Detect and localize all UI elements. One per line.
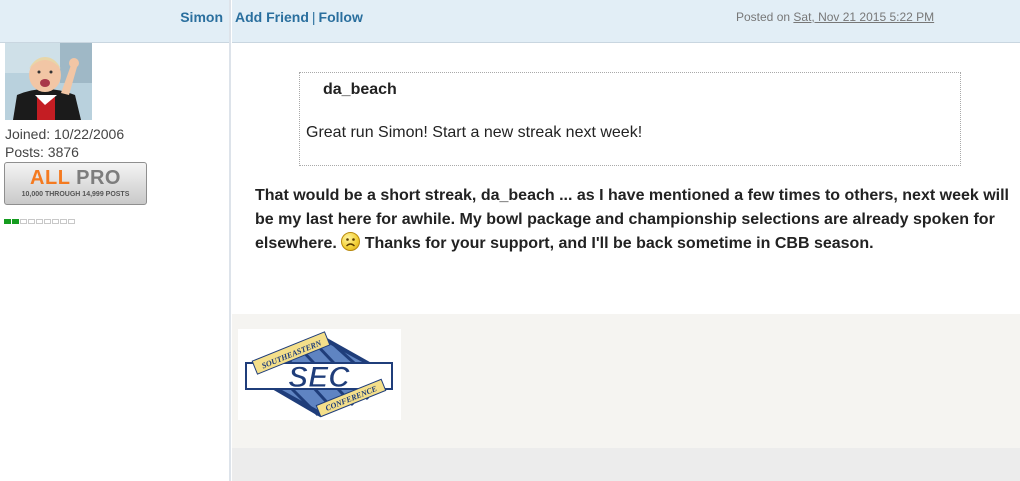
reputation-box bbox=[12, 219, 19, 224]
post-footer bbox=[232, 448, 1020, 481]
user-header: Simon bbox=[0, 0, 229, 43]
rank-title-part1: ALL bbox=[30, 167, 71, 189]
rank-title: ALL PRO bbox=[5, 167, 146, 190]
follow-link[interactable]: Follow bbox=[319, 9, 363, 25]
link-separator: | bbox=[311, 9, 316, 25]
sec-logo-image: SOUTHEASTERN SEC CONFERENCE bbox=[238, 329, 401, 420]
quote-block: da_beach Great run Simon! Start a new st… bbox=[299, 72, 961, 166]
posted-date-link[interactable]: Sat, Nov 21 2015 5:22 PM bbox=[793, 10, 934, 24]
logo-text-main: SEC bbox=[288, 361, 351, 394]
reputation-box bbox=[68, 219, 75, 224]
post-text-part2: Thanks for your support, and I'll be bac… bbox=[364, 235, 874, 252]
post-count: Posts: 3876 bbox=[5, 144, 79, 160]
post-header: Add Friend | Follow Posted on Sat, Nov 21 … bbox=[232, 0, 1020, 43]
user-info-panel: Simon Joined: 10/22/2006 Posts: 3876 ALL… bbox=[0, 0, 231, 481]
post-timestamp: Posted on Sat, Nov 21 2015 5:22 PM bbox=[736, 10, 934, 24]
avatar[interactable] bbox=[5, 43, 92, 120]
join-date: Joined: 10/22/2006 bbox=[5, 126, 125, 142]
reputation-box bbox=[4, 219, 11, 224]
reputation-box bbox=[44, 219, 51, 224]
add-friend-link[interactable]: Add Friend bbox=[235, 9, 309, 25]
post-body: That would be a short streak, da_beach .… bbox=[255, 184, 1015, 256]
reputation-box bbox=[60, 219, 67, 224]
reputation-box bbox=[20, 219, 27, 224]
rank-badge: ALL PRO 10,000 THROUGH 14,999 POSTS bbox=[4, 162, 147, 205]
rank-subtitle: 10,000 THROUGH 14,999 POSTS bbox=[21, 191, 130, 198]
frown-icon bbox=[341, 232, 361, 251]
reputation-box bbox=[52, 219, 59, 224]
signature-area: SOUTHEASTERN SEC CONFERENCE bbox=[232, 314, 1020, 448]
quote-author: da_beach bbox=[323, 81, 397, 98]
reputation-meter bbox=[4, 219, 75, 224]
friend-links: Add Friend | Follow bbox=[235, 9, 363, 25]
quote-text: Great run Simon! Start a new streak next… bbox=[306, 124, 643, 141]
rank-title-part2: PRO bbox=[76, 167, 121, 189]
posted-on-label: Posted on bbox=[736, 10, 791, 24]
username-link[interactable]: Simon bbox=[180, 9, 223, 25]
reputation-box bbox=[28, 219, 35, 224]
reputation-box bbox=[36, 219, 43, 224]
